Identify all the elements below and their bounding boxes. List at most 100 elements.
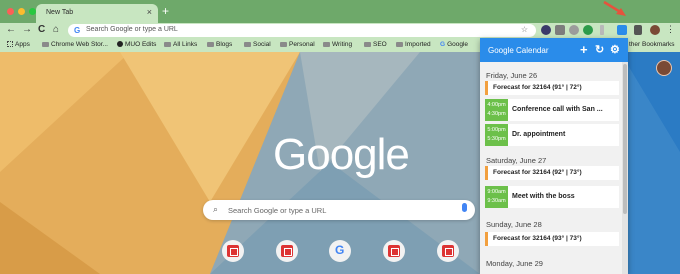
shortcut-icon bbox=[227, 245, 239, 257]
bookmark-label: Social bbox=[253, 41, 271, 48]
tab-close-icon[interactable]: × bbox=[147, 7, 152, 17]
bookmark-star-icon[interactable]: ☆ bbox=[521, 25, 528, 34]
bookmark-label: MUO Edits bbox=[125, 41, 157, 48]
search-placeholder: Search Google or type a URL bbox=[228, 206, 327, 215]
event-time: 4:00pm 4:30pm bbox=[485, 99, 508, 121]
toolbar: ← → C ⌂ G Search Google or type a URL ☆ … bbox=[0, 23, 680, 38]
event-title: Meet with the boss bbox=[512, 193, 575, 200]
minimize-window-button[interactable] bbox=[18, 8, 25, 15]
bookmark-imported[interactable]: Imported bbox=[396, 41, 431, 48]
day-heading: Monday, June 29 bbox=[486, 259, 543, 268]
folder-icon bbox=[364, 41, 371, 47]
google-icon: G bbox=[335, 243, 345, 257]
folder-icon bbox=[164, 41, 171, 47]
google-icon: G bbox=[74, 26, 81, 35]
event-title: Dr. appointment bbox=[512, 131, 566, 138]
event-end: 9:30am bbox=[487, 198, 506, 204]
event-title: Conference call with San ... bbox=[512, 106, 603, 113]
forecast-item[interactable]: Forecast for 32164 (93° | 73°) bbox=[485, 232, 619, 246]
event-time: 5:00pm 5:30pm bbox=[485, 124, 508, 146]
extension-icon[interactable] bbox=[583, 25, 593, 35]
event-item[interactable]: 9:00am 9:30am Meet with the boss bbox=[485, 186, 619, 208]
google-icon: G bbox=[440, 41, 446, 48]
tab-new-tab[interactable]: New Tab × bbox=[36, 4, 158, 23]
bookmark-writing[interactable]: Writing bbox=[323, 41, 352, 48]
reload-button[interactable]: C bbox=[38, 24, 45, 35]
shortcut-icon bbox=[442, 245, 454, 257]
shortcut-icon bbox=[281, 245, 293, 257]
profile-avatar[interactable] bbox=[656, 60, 672, 76]
omnibox[interactable]: G Search Google or type a URL ☆ bbox=[68, 24, 536, 37]
forecast-item[interactable]: Forecast for 32164 (92° | 73°) bbox=[485, 166, 619, 180]
forecast-text: Forecast for 32164 (91° | 72°) bbox=[493, 84, 582, 91]
bookmark-blogs[interactable]: Blogs bbox=[207, 41, 232, 48]
omnibox-placeholder: Search Google or type a URL bbox=[86, 26, 178, 33]
day-heading: Sunday, June 28 bbox=[486, 220, 542, 229]
extension-icon[interactable] bbox=[600, 25, 604, 35]
bookmark-all-links[interactable]: All Links bbox=[164, 41, 197, 48]
folder-icon bbox=[323, 41, 330, 47]
scrollbar[interactable] bbox=[622, 62, 628, 274]
refresh-button[interactable]: ↻ bbox=[595, 43, 604, 56]
zoom-window-button[interactable] bbox=[29, 8, 36, 15]
folder-icon bbox=[42, 41, 49, 47]
bookmark-seo[interactable]: SEO bbox=[364, 41, 387, 48]
bookmark-label: ther Bookmarks bbox=[629, 41, 675, 48]
bookmark-apps[interactable]: Apps bbox=[7, 41, 30, 48]
calendar-header: Google Calendar + ↻ ⚙ bbox=[480, 38, 628, 62]
google-calendar-popup: Google Calendar + ↻ ⚙ Friday, June 26 Fo… bbox=[480, 38, 628, 274]
forecast-text: Forecast for 32164 (93° | 73°) bbox=[493, 235, 582, 242]
microphone-icon[interactable] bbox=[462, 203, 467, 212]
settings-gear-icon[interactable]: ⚙ bbox=[610, 43, 620, 56]
close-window-button[interactable] bbox=[7, 8, 14, 15]
shortcut-tile[interactable] bbox=[383, 240, 405, 262]
extension-icon[interactable] bbox=[541, 25, 551, 35]
day-heading: Saturday, June 27 bbox=[486, 156, 547, 165]
bookmark-other-bookmarks[interactable]: ther Bookmarks bbox=[629, 41, 675, 48]
bookmark-google[interactable]: G Google bbox=[440, 41, 468, 48]
folder-icon bbox=[207, 41, 214, 47]
more-menu-icon[interactable]: ⋮ bbox=[666, 24, 675, 35]
calendar-title: Google Calendar bbox=[488, 46, 549, 55]
extension-icon[interactable] bbox=[569, 25, 579, 35]
bookmark-label: All Links bbox=[173, 41, 198, 48]
forecast-item[interactable]: Forecast for 32164 (91° | 72°) bbox=[485, 81, 619, 95]
folder-icon bbox=[396, 41, 403, 47]
forecast-text: Forecast for 32164 (92° | 73°) bbox=[493, 169, 582, 176]
bookmark-personal[interactable]: Personal bbox=[280, 41, 315, 48]
event-item[interactable]: 5:00pm 5:30pm Dr. appointment bbox=[485, 124, 619, 146]
event-start: 4:00pm bbox=[487, 102, 506, 108]
back-button[interactable]: ← bbox=[6, 24, 16, 35]
shortcut-tile[interactable] bbox=[276, 240, 298, 262]
google-calendar-extension-icon[interactable] bbox=[617, 25, 627, 35]
scrollbar-thumb[interactable] bbox=[623, 64, 627, 214]
shortcut-tile-google[interactable]: G bbox=[329, 240, 351, 262]
bookmark-chrome-web-store[interactable]: Chrome Web Stor... bbox=[42, 41, 108, 48]
event-time: 9:00am 9:30am bbox=[485, 186, 508, 208]
shortcut-tile[interactable] bbox=[437, 240, 459, 262]
shortcut-tile[interactable] bbox=[222, 240, 244, 262]
bookmark-label: Apps bbox=[15, 41, 30, 48]
search-box[interactable]: ⌕ Search Google or type a URL bbox=[203, 200, 475, 220]
apps-grid-icon bbox=[7, 41, 13, 48]
search-icon: ⌕ bbox=[213, 204, 219, 214]
profile-avatar[interactable] bbox=[650, 25, 660, 35]
title-bar: New Tab × + bbox=[0, 0, 680, 23]
google-logo: Google bbox=[273, 130, 410, 179]
tab-title: New Tab bbox=[46, 9, 74, 16]
puzzle-extensions-icon[interactable] bbox=[634, 25, 642, 35]
shortcut-icon bbox=[388, 245, 400, 257]
event-end: 4:30pm bbox=[487, 111, 506, 117]
forward-button[interactable]: → bbox=[22, 24, 32, 35]
bookmark-social[interactable]: Social bbox=[244, 41, 271, 48]
bookmark-muo-edits[interactable]: MUO Edits bbox=[117, 41, 156, 48]
folder-icon bbox=[244, 41, 251, 47]
day-heading: Friday, June 26 bbox=[486, 71, 538, 80]
event-item[interactable]: 4:00pm 4:30pm Conference call with San ..… bbox=[485, 99, 619, 121]
extension-icon[interactable] bbox=[555, 25, 565, 35]
event-end: 5:30pm bbox=[487, 136, 506, 142]
bookmark-label: Chrome Web Stor... bbox=[51, 41, 108, 48]
new-tab-button[interactable]: + bbox=[162, 4, 169, 18]
add-event-button[interactable]: + bbox=[580, 42, 588, 57]
home-button[interactable]: ⌂ bbox=[53, 24, 59, 35]
